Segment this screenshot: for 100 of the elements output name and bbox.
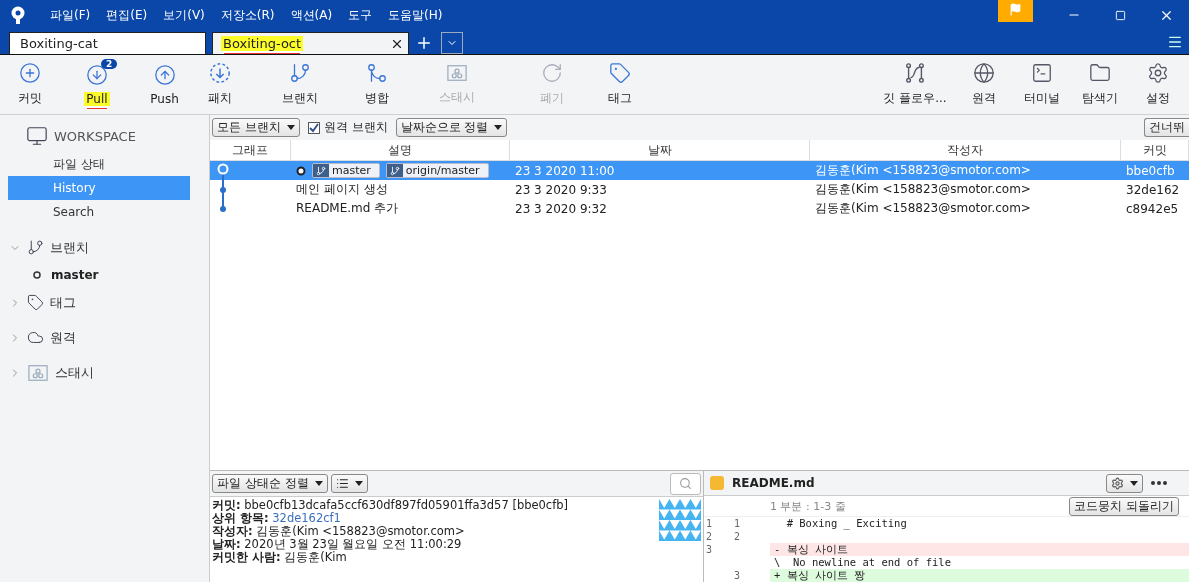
column-header[interactable]: 커밋 (1121, 140, 1189, 161)
down-arrow-circle-icon (86, 63, 108, 86)
view-mode-dropdown[interactable] (330, 474, 368, 493)
rotate-icon (541, 62, 563, 84)
column-header[interactable]: 그래프 (210, 140, 291, 161)
toolbar-button[interactable]: 병합 (352, 62, 402, 107)
caret-icon (354, 481, 363, 486)
repo-tab[interactable]: Boxiting-cat (9, 32, 206, 54)
menu-item[interactable]: 저장소(R) (220, 6, 275, 24)
file-sort-dropdown[interactable]: 파일 상태순 정렬 (212, 474, 328, 493)
line-number: 3 (706, 544, 713, 555)
diff-line: + 복싱 사이트 짱 (773, 569, 866, 582)
toolbar-button[interactable]: Push (137, 63, 192, 106)
file-status-icon (710, 476, 724, 491)
branch-label: origin/master (385, 163, 489, 178)
settings-icon (1147, 62, 1169, 84)
caret-icon (314, 481, 323, 486)
sidebar-section[interactable]: 태그 (0, 285, 209, 320)
toolbar-button[interactable]: 태그 (592, 62, 647, 107)
search-icon (679, 477, 692, 490)
terminal-icon (1031, 62, 1053, 84)
flag-icon (1009, 2, 1022, 16)
current-branch-icon (33, 271, 41, 279)
tag-icon (608, 62, 631, 84)
folder-icon (1089, 62, 1111, 84)
toolbar-label: 병합 (364, 90, 390, 107)
toolbar-label: 브랜치 (280, 90, 319, 107)
list-icon (335, 477, 349, 490)
revert-hunk-button[interactable]: 코드뭉치 되돌리기 (1069, 496, 1179, 516)
remote-branches-checkbox[interactable] (307, 121, 320, 134)
parent-commit-link[interactable]: 32de162cf1 (272, 511, 341, 525)
menu-item[interactable]: 파일(F) (50, 6, 91, 24)
head-marker-icon (296, 165, 306, 176)
add-tab-icon[interactable] (415, 34, 433, 52)
sidebar-section[interactable]: 스태시 (0, 355, 209, 390)
column-header[interactable]: 날짜 (510, 140, 810, 161)
more-icon[interactable] (1151, 481, 1167, 486)
commit-description: 메인 페이지 생성 (295, 181, 389, 198)
date-cell-text: 23 3 2020 11:00 (514, 162, 616, 180)
toolbar-button[interactable]: 커밋 (2, 62, 57, 107)
commit-detail: 날짜: 2020년 3월 23일 월요일 오전 11:00:29 (212, 538, 463, 551)
date-cell-text: 23 3 2020 9:33 (514, 181, 608, 199)
toolbar-button[interactable]: 원격 (955, 62, 1013, 107)
up-arrow-circle-icon (153, 63, 176, 86)
repo-tab[interactable]: Boxiting-oct (212, 32, 409, 54)
commit-detail: 커밋: bbe0cfb13dcafa5ccf630df897fd05901ffa3d57 [bbe0cfb] (212, 499, 570, 512)
branch-icon (27, 239, 44, 256)
branch-label: master (312, 163, 380, 178)
toolbar-button[interactable]: 브랜치 (247, 62, 352, 107)
toolbar-label: 스태시 (438, 89, 476, 106)
toolbar-button[interactable]: 탐색기 (1071, 62, 1129, 107)
toolbar-button[interactable]: 패치 (192, 62, 247, 107)
menu-item[interactable]: 보기(V) (163, 6, 205, 24)
menu-item[interactable]: 도움말(H) (388, 6, 443, 24)
menu-icon[interactable] (1167, 34, 1183, 50)
app-logo-icon (10, 6, 26, 24)
branch-filter-dropdown[interactable]: 모든 브랜치 (212, 118, 300, 137)
commit-description: README.md 추가 (295, 200, 400, 217)
toolbar-label: Pull (84, 91, 110, 106)
settings-icon (1111, 476, 1124, 490)
menu-item[interactable]: 편집(E) (106, 6, 148, 24)
stash-box-icon (446, 63, 468, 83)
stash-box-icon (27, 362, 49, 383)
tab-dropdown-button[interactable] (441, 32, 463, 54)
count-badge: 2 (101, 58, 118, 69)
toolbar-button[interactable]: 깃 플로우... (875, 62, 955, 107)
commit-row[interactable]: master origin/master 23 3 2020 11:00 김동훈(Kim <158823@smotor.com> bbe0cfb (210, 161, 1189, 180)
jump-button[interactable]: 건너뛰 (1144, 118, 1189, 137)
git-flow-icon (904, 62, 926, 84)
toolbar-button[interactable]: 터미널 (1013, 62, 1071, 107)
file-name: README.md (732, 476, 815, 491)
toolbar-label: 커밋 (16, 90, 43, 107)
column-header[interactable]: 설명 (291, 140, 510, 161)
toolbar-label: 폐기 (539, 90, 565, 107)
commit-detail: 작성자: 김동훈(Kim <158823@smotor.com> (212, 525, 466, 538)
branch-item[interactable]: master (0, 265, 209, 285)
sidebar-section[interactable]: 원격 (0, 320, 209, 355)
branch-icon (389, 165, 400, 176)
sort-dropdown[interactable]: 날짜순으로 정렬 (395, 118, 508, 137)
author-cell-text: 김동훈(Kim <158823@smotor.com> (814, 181, 1032, 198)
menu-item[interactable]: 액션(A) (290, 6, 333, 24)
sidebar-item[interactable]: 파일 상태 (8, 152, 190, 176)
menu-item[interactable]: 도구 (348, 6, 373, 24)
line-number: 1 (706, 518, 713, 529)
maximize-icon[interactable] (1114, 9, 1126, 21)
section-title: WORKSPACE (54, 128, 136, 144)
sidebar-section[interactable]: 브랜치 (0, 230, 209, 265)
checkbox-label: 원격 브랜치 (323, 119, 388, 136)
settings-dropdown[interactable] (1106, 473, 1143, 493)
toolbar-label: 태그 (606, 90, 633, 107)
line-number: 1 (734, 517, 741, 530)
author-cell-text: 김동훈(Kim <158823@smotor.com> (814, 200, 1032, 217)
tab-label: Boxiting-cat (19, 36, 99, 51)
sidebar-item[interactable]: Search (8, 200, 190, 224)
globe-icon (973, 62, 995, 84)
column-header[interactable]: 작성자 (810, 140, 1121, 161)
commit-detail: 상위 항목: 32de162cf1 (212, 512, 342, 525)
toolbar-button[interactable]: 설정 (1129, 62, 1187, 107)
diff-line: - 복싱 사이트 (773, 543, 848, 556)
caret-icon (1130, 480, 1138, 486)
